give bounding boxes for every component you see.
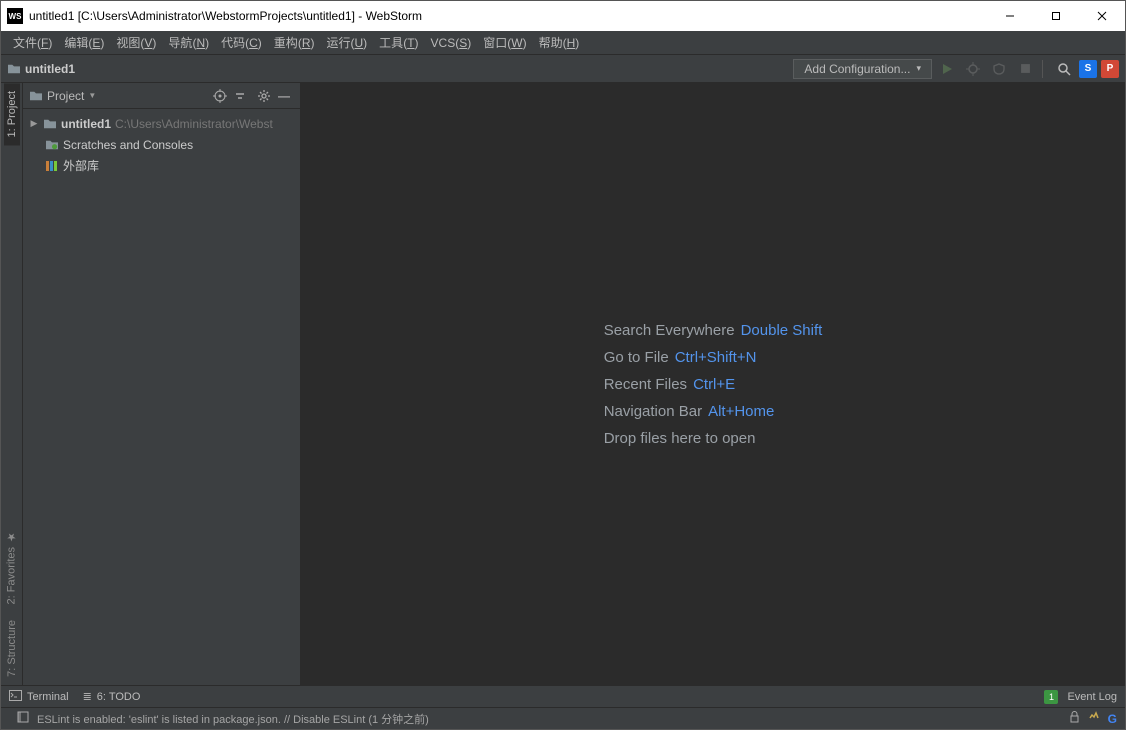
- tree-scratches[interactable]: Scratches and Consoles: [23, 134, 300, 155]
- libraries-icon: [44, 159, 60, 173]
- tab-todo[interactable]: ≣ 6: TODO: [83, 690, 141, 703]
- close-button[interactable]: [1079, 1, 1125, 31]
- folder-icon: [7, 63, 21, 75]
- menu-file[interactable]: 文件(F): [7, 32, 58, 53]
- menu-navigate[interactable]: 导航(N): [162, 32, 215, 53]
- bottom-toolbar: Terminal ≣ 6: TODO 1 Event Log: [1, 685, 1125, 707]
- hint-recent: Recent Files: [604, 376, 687, 393]
- menu-refactor[interactable]: 重构(R): [268, 32, 321, 53]
- welcome-hints: Search Everywhere Double Shift Go to File…: [604, 312, 823, 457]
- menu-tools[interactable]: 工具(T): [373, 32, 424, 53]
- inspections-icon[interactable]: [1088, 711, 1100, 726]
- app-window: WS untitled1 [C:\Users\Administrator\Web…: [0, 0, 1126, 730]
- expand-icon[interactable]: ▶: [29, 118, 39, 129]
- todo-icon: ≣: [83, 690, 92, 703]
- shortcut-recent: Ctrl+E: [693, 376, 735, 393]
- editor-area[interactable]: Search Everywhere Double Shift Go to File…: [301, 83, 1125, 685]
- statusbar: ESLint is enabled: 'eslint' is listed in…: [1, 707, 1125, 729]
- main-body: 1: Project 2: Favorites★ 7: Structure Pr…: [1, 83, 1125, 685]
- stop-button[interactable]: [1014, 58, 1036, 80]
- titlebar: WS untitled1 [C:\Users\Administrator\Web…: [1, 1, 1125, 31]
- chevron-down-icon[interactable]: ▼: [88, 91, 96, 100]
- menu-window[interactable]: 窗口(W): [477, 32, 532, 53]
- tab-favorites[interactable]: 2: Favorites★: [3, 522, 20, 612]
- left-gutter: 1: Project 2: Favorites★ 7: Structure: [1, 83, 23, 685]
- run-button[interactable]: [936, 58, 958, 80]
- coverage-button[interactable]: [988, 58, 1010, 80]
- minimize-button[interactable]: [987, 1, 1033, 31]
- search-button[interactable]: [1053, 58, 1075, 80]
- window-title: untitled1 [C:\Users\Administrator\Websto…: [29, 9, 987, 23]
- plugin-badge-1[interactable]: S: [1079, 60, 1097, 78]
- toolwindows-icon[interactable]: [17, 711, 29, 726]
- sidebar-header: Project ▼ —: [23, 83, 300, 109]
- menu-code[interactable]: 代码(C): [215, 32, 268, 53]
- lock-icon[interactable]: [1069, 711, 1080, 726]
- navbar: untitled1 Add Configuration... ▾ S P: [1, 55, 1125, 83]
- sidebar-title[interactable]: Project: [47, 89, 84, 103]
- locate-button[interactable]: [210, 86, 230, 106]
- star-icon: ★: [5, 530, 18, 543]
- add-configuration-label: Add Configuration...: [804, 62, 910, 76]
- status-message[interactable]: ESLint is enabled: 'eslint' is listed in…: [37, 711, 429, 727]
- tree-external-libs[interactable]: 外部库: [23, 155, 300, 176]
- collapse-all-button[interactable]: [230, 86, 250, 106]
- scratches-icon: [44, 138, 60, 152]
- plugin-badge-2[interactable]: P: [1101, 60, 1119, 78]
- project-tree: ▶ untitled1 C:\Users\Administrator\Webst…: [23, 109, 300, 685]
- shortcut-search: Double Shift: [741, 322, 823, 339]
- tab-eventlog[interactable]: 1 Event Log: [1044, 690, 1117, 704]
- terminal-icon: [9, 690, 22, 704]
- tab-project[interactable]: 1: Project: [4, 83, 20, 145]
- menubar: 文件(F) 编辑(E) 视图(V) 导航(N) 代码(C) 重构(R) 运行(U…: [1, 31, 1125, 55]
- project-sidebar: Project ▼ — ▶ untitled1 C:\Users\Adminis…: [23, 83, 301, 685]
- tab-structure[interactable]: 7: Structure: [4, 612, 20, 685]
- hint-search: Search Everywhere: [604, 322, 735, 339]
- menu-edit[interactable]: 编辑(E): [58, 32, 110, 53]
- menu-run[interactable]: 运行(U): [320, 32, 373, 53]
- tab-terminal[interactable]: Terminal: [9, 690, 69, 704]
- debug-button[interactable]: [962, 58, 984, 80]
- tree-root[interactable]: ▶ untitled1 C:\Users\Administrator\Webst: [23, 113, 300, 134]
- google-icon[interactable]: G: [1108, 712, 1117, 726]
- window-controls: [987, 1, 1125, 31]
- shortcut-gotofile: Ctrl+Shift+N: [675, 349, 757, 366]
- chevron-down-icon: ▾: [916, 63, 921, 74]
- hint-navbar: Navigation Bar: [604, 403, 702, 420]
- folder-icon: [42, 117, 58, 131]
- webstorm-logo-icon: WS: [7, 8, 23, 24]
- hint-gotofile: Go to File: [604, 349, 669, 366]
- shortcut-navbar: Alt+Home: [708, 403, 774, 420]
- gear-button[interactable]: [254, 86, 274, 106]
- add-configuration-button[interactable]: Add Configuration... ▾: [793, 59, 932, 79]
- menu-help[interactable]: 帮助(H): [533, 32, 586, 53]
- hint-drop: Drop files here to open: [604, 430, 756, 447]
- menu-view[interactable]: 视图(V): [110, 32, 162, 53]
- hide-button[interactable]: —: [274, 86, 294, 106]
- project-icon: [29, 90, 43, 102]
- breadcrumb-project[interactable]: untitled1: [25, 62, 75, 76]
- menu-vcs[interactable]: VCS(S): [425, 34, 478, 52]
- notification-badge-icon: 1: [1044, 690, 1058, 704]
- maximize-button[interactable]: [1033, 1, 1079, 31]
